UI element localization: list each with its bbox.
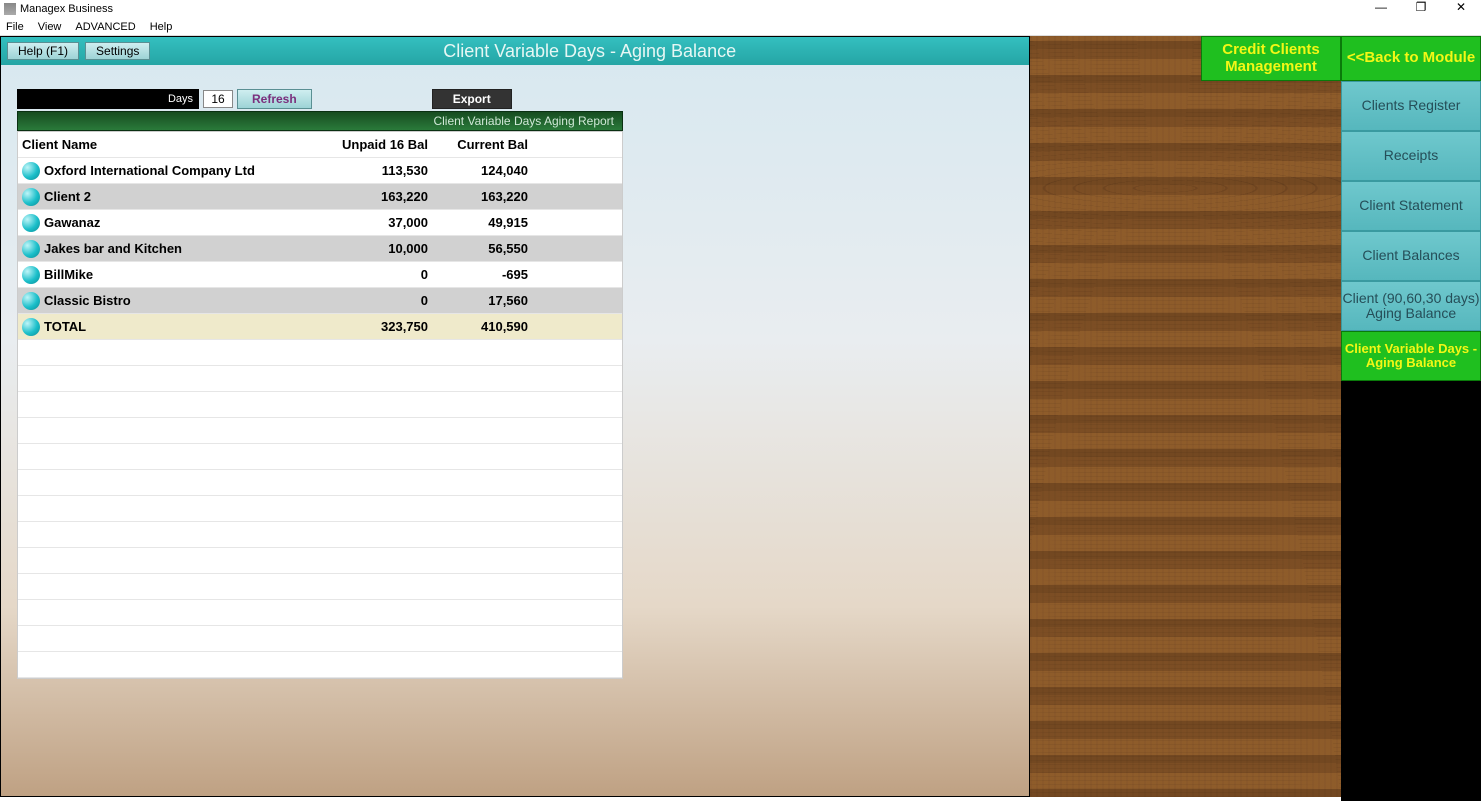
app-icon xyxy=(4,3,16,15)
col-header-unpaid[interactable]: Unpaid 16 Bal xyxy=(278,137,438,152)
days-input[interactable] xyxy=(203,90,233,108)
client-name: Classic Bistro xyxy=(44,293,131,308)
export-button[interactable]: Export xyxy=(432,89,512,109)
unpaid-value: 10,000 xyxy=(388,241,428,256)
row-icon xyxy=(22,292,40,310)
unpaid-value: 0 xyxy=(421,293,428,308)
app-title: Managex Business xyxy=(20,3,113,15)
side-background: Credit Clients Management <<Back to Modu… xyxy=(1030,36,1481,797)
minimize-button[interactable]: — xyxy=(1361,0,1401,18)
current-value: 163,220 xyxy=(481,189,528,204)
page-title: Client Variable Days - Aging Balance xyxy=(150,41,1029,62)
row-icon xyxy=(22,240,40,258)
menu-view[interactable]: View xyxy=(38,21,62,33)
settings-button[interactable]: Settings xyxy=(85,42,150,60)
filter-row: Days Refresh Export xyxy=(17,89,1029,109)
aging-grid: Client Name Unpaid 16 Bal Current Bal Ox… xyxy=(17,131,623,679)
current-value: 124,040 xyxy=(481,163,528,178)
menu-file[interactable]: File xyxy=(6,21,24,33)
current-value: 49,915 xyxy=(488,215,528,230)
client-name: Oxford International Company Ltd xyxy=(44,163,255,178)
table-row[interactable]: BillMike 0 -695 xyxy=(18,262,622,288)
total-row: TOTAL 323,750 410,590 xyxy=(18,314,622,340)
client-name: Jakes bar and Kitchen xyxy=(44,241,182,256)
page-toolbar: Help (F1) Settings Client Variable Days … xyxy=(1,37,1029,65)
close-button[interactable]: ✕ xyxy=(1441,0,1481,18)
current-value: 56,550 xyxy=(488,241,528,256)
report-band: Client Variable Days Aging Report xyxy=(17,111,623,131)
row-icon xyxy=(22,318,40,336)
row-icon xyxy=(22,214,40,232)
nav-empty-area xyxy=(1341,381,1481,801)
current-value: 17,560 xyxy=(488,293,528,308)
unpaid-value: 113,530 xyxy=(382,163,428,178)
grid-header-row: Client Name Unpaid 16 Bal Current Bal xyxy=(18,132,622,158)
table-row[interactable]: Jakes bar and Kitchen 10,000 56,550 xyxy=(18,236,622,262)
titlebar: Managex Business — ❐ ✕ xyxy=(0,0,1481,18)
nav-client-balances[interactable]: Client Balances xyxy=(1341,231,1481,281)
row-icon xyxy=(22,162,40,180)
client-name: Gawanaz xyxy=(44,215,100,230)
row-icon xyxy=(22,188,40,206)
nav-back-module[interactable]: <<Back to Module xyxy=(1341,36,1481,81)
maximize-button[interactable]: ❐ xyxy=(1401,0,1441,18)
client-name: BillMike xyxy=(44,267,93,282)
refresh-button[interactable]: Refresh xyxy=(237,89,312,109)
table-row[interactable]: Classic Bistro 0 17,560 xyxy=(18,288,622,314)
nav-clients-register[interactable]: Clients Register xyxy=(1341,81,1481,131)
nav-receipts[interactable]: Receipts xyxy=(1341,131,1481,181)
row-icon xyxy=(22,266,40,284)
col-header-current[interactable]: Current Bal xyxy=(438,137,538,152)
nav-client-aging-906030[interactable]: Client (90,60,30 days) Aging Balance xyxy=(1341,281,1481,331)
menu-help[interactable]: Help xyxy=(150,21,173,33)
table-row[interactable]: Client 2 163,220 163,220 xyxy=(18,184,622,210)
window-controls: — ❐ ✕ xyxy=(1361,0,1481,18)
nav-credit-clients[interactable]: Credit Clients Management xyxy=(1201,36,1341,81)
unpaid-value: 0 xyxy=(421,267,428,282)
table-row[interactable]: Oxford International Company Ltd 113,530… xyxy=(18,158,622,184)
help-button[interactable]: Help (F1) xyxy=(7,42,79,60)
menu-advanced[interactable]: ADVANCED xyxy=(75,21,135,33)
days-label: Days xyxy=(17,89,199,109)
right-nav: Credit Clients Management <<Back to Modu… xyxy=(1201,36,1481,801)
nav-client-statement[interactable]: Client Statement xyxy=(1341,181,1481,231)
menubar: File View ADVANCED Help xyxy=(0,18,1481,36)
nav-client-variable-days-active[interactable]: Client Variable Days - Aging Balance xyxy=(1341,331,1481,381)
current-value: -695 xyxy=(502,267,528,282)
unpaid-value: 163,220 xyxy=(381,189,428,204)
total-current: 410,590 xyxy=(481,319,528,334)
table-row[interactable]: Gawanaz 37,000 49,915 xyxy=(18,210,622,236)
unpaid-value: 37,000 xyxy=(388,215,428,230)
client-name: Client 2 xyxy=(44,189,91,204)
total-label: TOTAL xyxy=(44,319,86,334)
col-header-name[interactable]: Client Name xyxy=(18,137,278,152)
total-unpaid: 323,750 xyxy=(381,319,428,334)
main-panel: Help (F1) Settings Client Variable Days … xyxy=(0,36,1030,797)
